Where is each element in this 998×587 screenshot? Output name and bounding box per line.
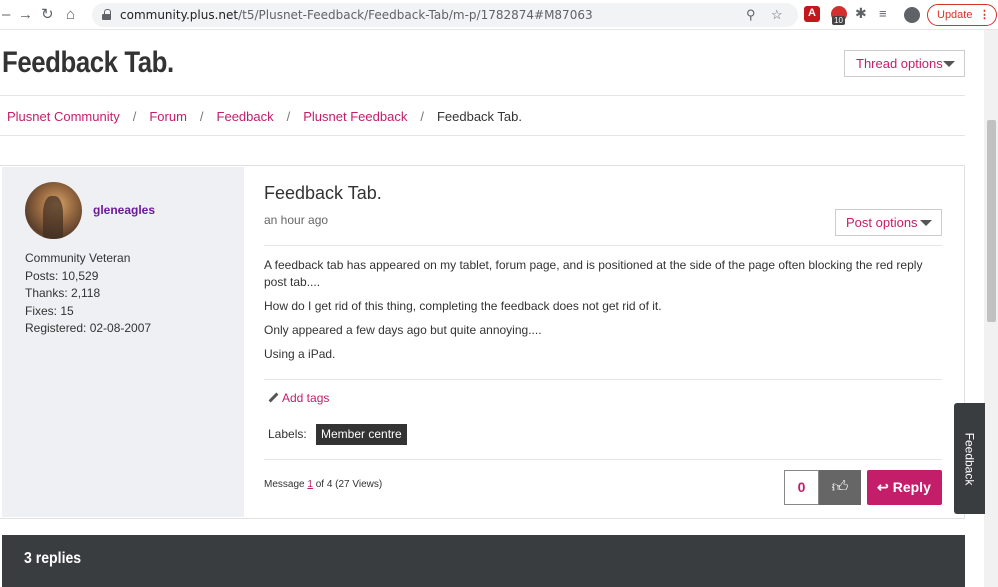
- post-paragraph: How do I get rid of this thing, completi…: [264, 299, 662, 313]
- back-icon[interactable]: –: [2, 6, 10, 24]
- avatar[interactable]: [25, 182, 82, 239]
- add-tags-link[interactable]: Add tags: [268, 391, 329, 405]
- kudos-count: 0: [784, 470, 819, 505]
- reply-button[interactable]: ↩ Reply: [867, 470, 942, 505]
- extension-badge: 10: [832, 16, 845, 25]
- message-meta: Message 1 of 4 (27 Views): [264, 479, 383, 490]
- caret-down-icon: [920, 220, 932, 226]
- divider: [264, 459, 942, 460]
- scrollbar-thumb[interactable]: [987, 120, 996, 322]
- post-paragraph: Only appeared a few days ago but quite a…: [264, 323, 542, 337]
- address-bar[interactable]: community.plus.net/t5/Plusnet-Feedback/F…: [92, 3, 798, 27]
- breadcrumb-current: Feedback Tab.: [436, 109, 522, 124]
- replies-header: 3 replies: [2, 535, 965, 587]
- pencil-icon: [268, 393, 278, 403]
- kudos-button[interactable]: 👍︎: [819, 470, 861, 505]
- puzzle-icon[interactable]: ✱: [855, 5, 867, 22]
- profile-icon[interactable]: [904, 7, 920, 23]
- author-registered: Registered: 02-08-2007: [25, 321, 152, 335]
- author-posts: Posts: 10,529: [25, 268, 99, 283]
- divider: [0, 95, 965, 96]
- lock-icon: [102, 9, 111, 20]
- post-timestamp: an hour ago: [264, 213, 329, 227]
- zoom-icon[interactable]: ⚲: [746, 7, 756, 23]
- breadcrumb-plusnet-community[interactable]: Plusnet Community: [7, 109, 120, 124]
- post-paragraph: Using a iPad.: [264, 347, 336, 361]
- divider: [0, 135, 965, 136]
- post-body: A feedback tab has appeared on my tablet…: [264, 257, 944, 370]
- feedback-tab[interactable]: Feedback: [954, 403, 985, 514]
- breadcrumb-plusnet-feedback[interactable]: Plusnet Feedback: [303, 109, 407, 124]
- post-title: Feedback Tab.: [264, 183, 382, 203]
- update-button[interactable]: Update ⋮: [927, 4, 997, 26]
- author-fixes: Fixes: 15: [25, 303, 74, 318]
- forward-icon[interactable]: →: [18, 6, 33, 24]
- reload-icon[interactable]: ↻: [41, 6, 54, 24]
- bookmark-star-icon[interactable]: ☆: [771, 7, 783, 23]
- reply-arrow-icon: ↩: [877, 479, 889, 495]
- author-stats: Community Veteran Posts: 10,529 Thanks: …: [25, 250, 151, 338]
- thread-options-button[interactable]: Thread options: [844, 50, 965, 77]
- pdf-extension-icon[interactable]: [804, 6, 820, 22]
- author-rank: Community Veteran: [25, 251, 131, 265]
- menu-dots-icon: ⋮: [979, 9, 990, 21]
- labels-label: Labels:: [268, 427, 307, 441]
- home-icon[interactable]: ⌂: [66, 6, 75, 24]
- divider: [264, 379, 942, 380]
- caret-down-icon: [943, 61, 955, 67]
- breadcrumb-feedback[interactable]: Feedback: [217, 109, 274, 124]
- breadcrumb-forum[interactable]: Forum: [149, 109, 187, 124]
- replies-count: 3 replies: [24, 550, 82, 567]
- label-chip[interactable]: Member centre: [316, 424, 407, 445]
- media-icon[interactable]: ≡: [879, 6, 887, 21]
- author-thanks: Thanks: 2,118: [25, 286, 101, 300]
- post-paragraph: A feedback tab has appeared on my tablet…: [264, 258, 923, 289]
- breadcrumb: Plusnet Community / Forum / Feedback / Plusnet…: [7, 109, 522, 124]
- divider: [264, 245, 942, 246]
- browser-toolbar: – → ↻ ⌂ community.plus.net/t5/Plusnet-Fe…: [0, 0, 998, 30]
- page-title: Feedback Tab.: [2, 46, 174, 79]
- thumbs-up-icon: 👍︎: [831, 479, 849, 496]
- post-options-button[interactable]: Post options: [835, 209, 942, 236]
- author-username[interactable]: gleneagles: [93, 203, 155, 217]
- url-text[interactable]: community.plus.net/t5/Plusnet-Feedback/F…: [120, 8, 593, 22]
